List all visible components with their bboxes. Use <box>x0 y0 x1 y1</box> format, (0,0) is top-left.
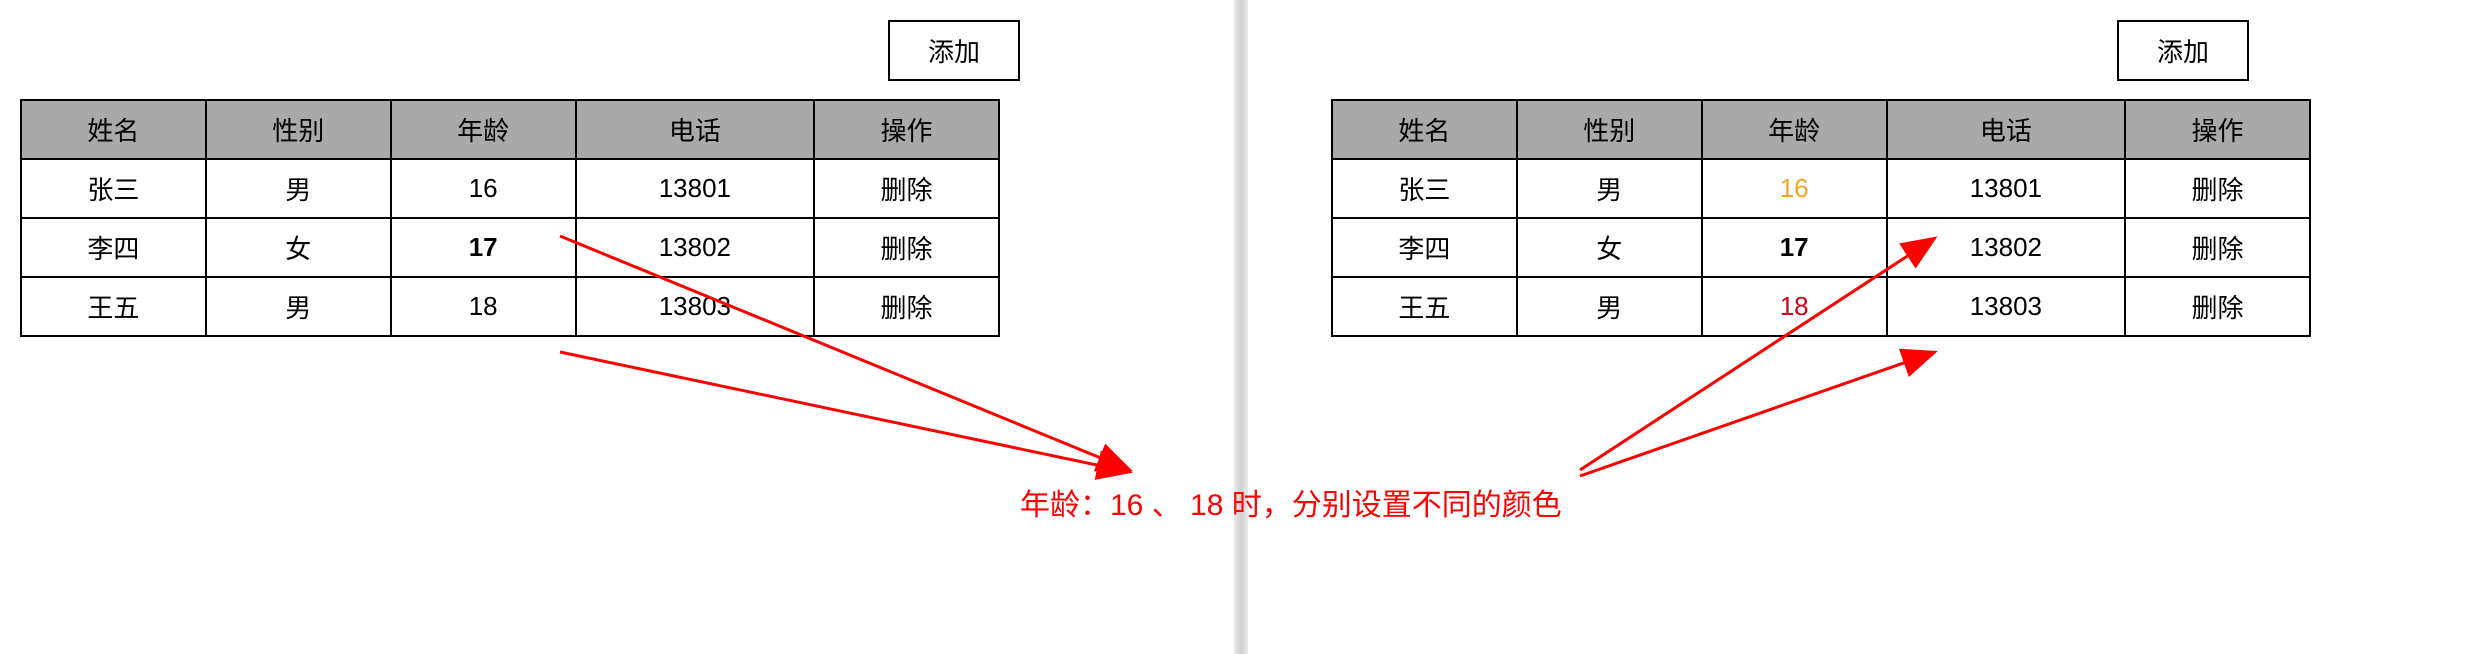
cell-age: 18 <box>391 277 576 336</box>
col-name: 姓名 <box>21 100 206 159</box>
col-age: 操作 <box>2125 100 2310 159</box>
cell-age: 17 <box>391 218 576 277</box>
cell-phone: 13801 <box>1887 159 2125 218</box>
annotation-caption: 年龄：16 、 18 时，分别设置不同的颜色 <box>1020 480 1562 524</box>
cell-name: 张三 <box>1332 159 1517 218</box>
cell-age-highlight-16: 16 <box>1702 159 1887 218</box>
cell-age: 17 <box>1702 218 1887 277</box>
col-name: 姓名 <box>1332 100 1517 159</box>
col-gender: 性别 <box>206 100 391 159</box>
add-button-left[interactable]: 添加 <box>888 20 1020 81</box>
table-row: 李四 女 17 13802 删除 <box>21 218 999 277</box>
table-header-row: 姓名 性别 年龄 电话 操作 <box>21 100 999 159</box>
cell-name: 李四 <box>1332 218 1517 277</box>
data-table-left: 姓名 性别 年龄 电话 操作 张三 男 16 13801 删除 李四 女 <box>20 99 1000 337</box>
cell-gender: 男 <box>1517 159 1702 218</box>
cell-phone: 13802 <box>1887 218 2125 277</box>
col-phone: 电话 <box>576 100 814 159</box>
cell-gender: 男 <box>206 277 391 336</box>
table-row: 李四 女 17 13802 删除 <box>1332 218 2310 277</box>
cell-phone: 13801 <box>576 159 814 218</box>
table-row: 张三 男 16 13801 删除 <box>1332 159 2310 218</box>
delete-link[interactable]: 删除 <box>2125 218 2310 277</box>
cell-age-highlight-18: 18 <box>1702 277 1887 336</box>
table-row: 王五 男 18 13803 删除 <box>1332 277 2310 336</box>
left-panel: 添加 姓名 性别 年龄 电话 操作 张三 男 16 13801 删除 <box>0 0 1171 654</box>
cell-name: 张三 <box>21 159 206 218</box>
table-row: 张三 男 16 13801 删除 <box>21 159 999 218</box>
cell-gender: 男 <box>1517 277 1702 336</box>
cell-age: 16 <box>391 159 576 218</box>
cell-name: 李四 <box>21 218 206 277</box>
cell-name: 王五 <box>1332 277 1517 336</box>
cell-gender: 女 <box>206 218 391 277</box>
add-button-right[interactable]: 添加 <box>2117 20 2249 81</box>
delete-link[interactable]: 删除 <box>814 277 999 336</box>
col-gender: 性别 <box>1517 100 1702 159</box>
cell-phone: 13803 <box>576 277 814 336</box>
cell-name: 王五 <box>21 277 206 336</box>
table-header-row: 姓名 性别 年龄 电话 操作 <box>1332 100 2310 159</box>
delete-link[interactable]: 删除 <box>2125 159 2310 218</box>
col-age: 年龄 <box>391 100 576 159</box>
cell-gender: 男 <box>206 159 391 218</box>
col-age: 年龄 <box>1702 100 1887 159</box>
delete-link[interactable]: 删除 <box>814 218 999 277</box>
cell-phone: 13803 <box>1887 277 2125 336</box>
delete-link[interactable]: 删除 <box>2125 277 2310 336</box>
delete-link[interactable]: 删除 <box>814 159 999 218</box>
cell-phone: 13802 <box>576 218 814 277</box>
table-row: 王五 男 18 13803 删除 <box>21 277 999 336</box>
col-phone: 电话 <box>1887 100 2125 159</box>
page-divider <box>1234 0 1248 654</box>
data-table-right: 姓名 性别 年龄 电话 操作 张三 男 16 13801 删除 李四 女 <box>1331 99 2311 337</box>
cell-gender: 女 <box>1517 218 1702 277</box>
col-action: 操作 <box>814 100 999 159</box>
right-panel: 添加 姓名 性别 年龄 电话 操作 张三 男 16 13801 删除 <box>1171 0 2482 654</box>
